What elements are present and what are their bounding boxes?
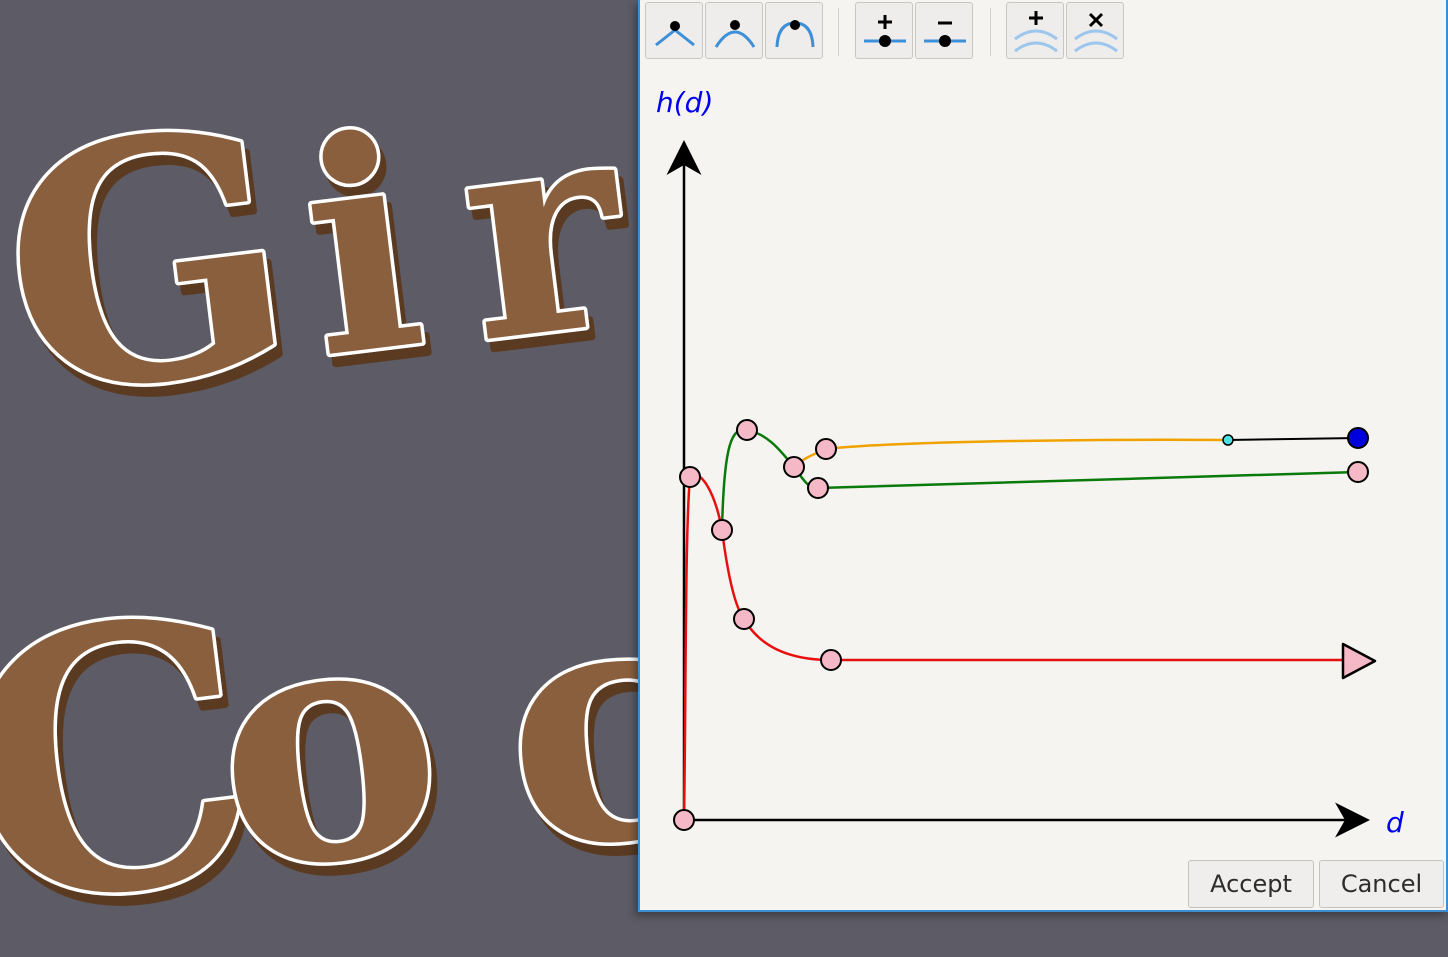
accept-button[interactable]: Accept — [1188, 860, 1314, 908]
letter-o: o — [194, 535, 460, 947]
orange-curve[interactable] — [793, 438, 1229, 468]
control-point[interactable] — [679, 466, 701, 488]
control-point[interactable] — [733, 608, 755, 630]
symmetric-point-button[interactable] — [765, 2, 823, 59]
control-point[interactable] — [807, 477, 829, 499]
control-point[interactable] — [673, 809, 695, 831]
end-point-triangle[interactable] — [1341, 642, 1377, 680]
control-point[interactable] — [711, 519, 733, 541]
add-curve-button[interactable] — [1006, 2, 1064, 59]
control-point[interactable] — [1347, 461, 1369, 483]
control-point[interactable] — [736, 419, 758, 441]
corner-point-button[interactable] — [645, 2, 703, 59]
curve-graph[interactable]: h(d) d — [640, 62, 1446, 860]
y-axis-label: h(d) — [656, 86, 713, 119]
smooth-point-icon — [714, 20, 756, 48]
add-point-button[interactable] — [855, 2, 913, 59]
remove-point-icon — [924, 21, 966, 47]
3d-viewport[interactable]: G i r C o c — [0, 0, 640, 957]
add-curve-icon — [1014, 11, 1058, 53]
red-curve[interactable] — [682, 473, 1343, 821]
symmetric-point-icon — [775, 20, 815, 48]
curve-editor-dialog: h(d) d Accept Cancel — [638, 0, 1448, 912]
letter-g: G — [0, 53, 311, 472]
cancel-button[interactable]: Cancel — [1319, 860, 1444, 908]
corner-point-icon — [655, 21, 695, 47]
handle-point[interactable] — [1222, 434, 1234, 446]
selected-control-point[interactable] — [1347, 427, 1369, 449]
control-point[interactable] — [815, 438, 837, 460]
remove-curve-button[interactable] — [1066, 2, 1124, 59]
control-point[interactable] — [820, 649, 842, 671]
remove-point-button[interactable] — [915, 2, 973, 59]
add-point-icon — [864, 15, 906, 47]
x-axis-label: d — [1386, 806, 1404, 839]
smooth-point-button[interactable] — [705, 2, 763, 59]
control-point[interactable] — [783, 456, 805, 478]
remove-curve-icon — [1074, 12, 1118, 53]
black-curve-segment[interactable] — [1227, 437, 1359, 441]
